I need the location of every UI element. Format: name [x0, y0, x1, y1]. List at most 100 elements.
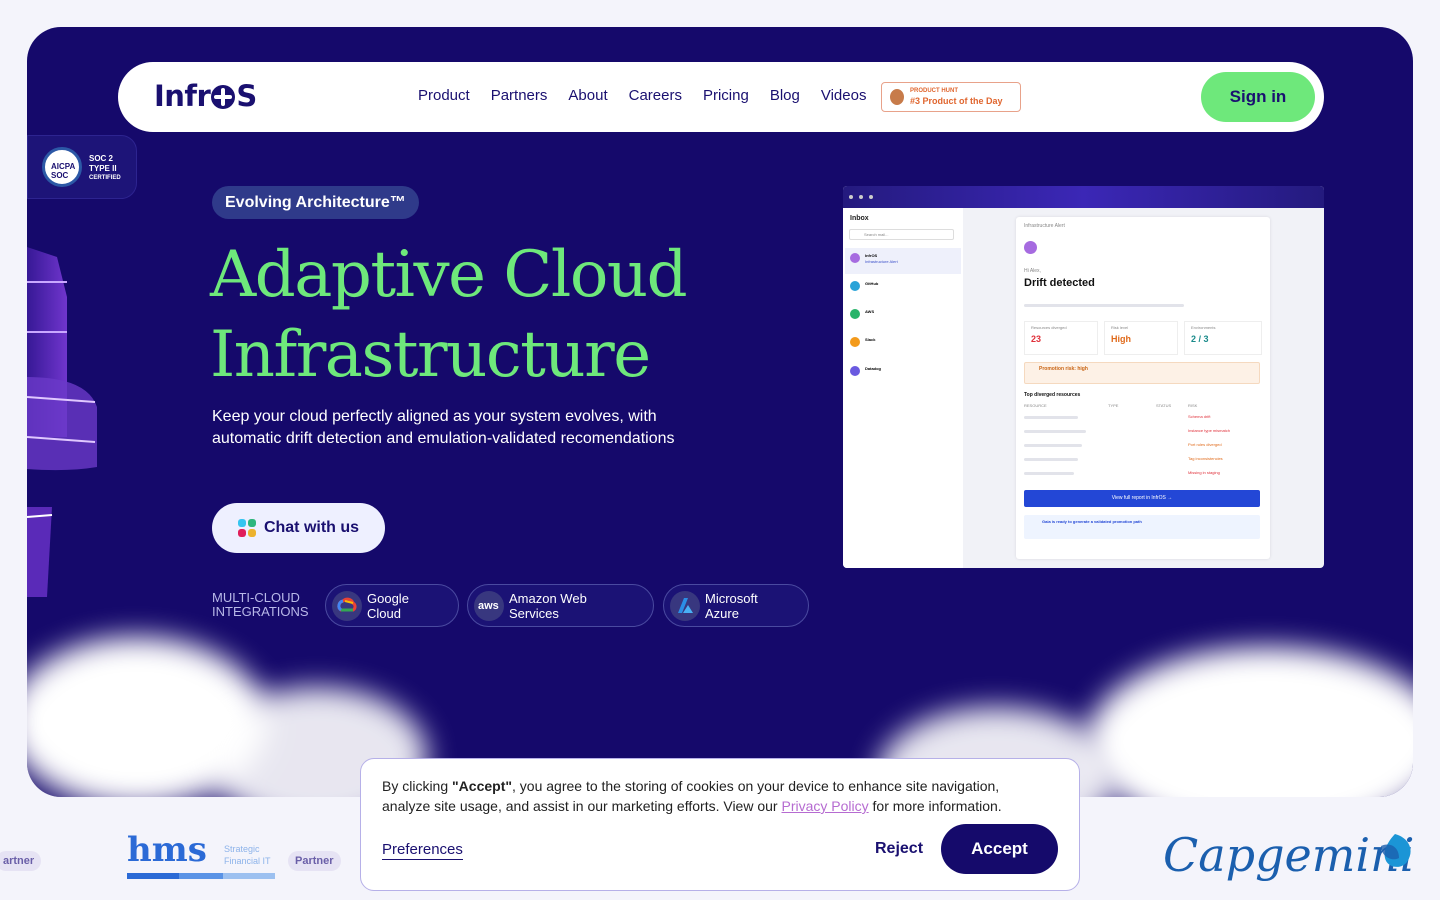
product-hunt-badge[interactable]: PRODUCT HUNT #3 Product of the Day: [881, 82, 1021, 112]
mail-sender: GitHub: [865, 281, 879, 286]
chat-with-us-button[interactable]: Chat with us: [212, 503, 385, 553]
table-cell: Port rules diverged: [1188, 442, 1222, 447]
cookie-text-part: for more information.: [868, 798, 1002, 814]
mail-sender: Datadog: [865, 366, 881, 371]
email-greeting: Hi Alex,: [1024, 268, 1041, 274]
soc-line-3: CERTIFIED: [89, 175, 121, 181]
integration-label-line-2: Cloud: [367, 606, 401, 621]
nav-link-pricing[interactable]: Pricing: [703, 87, 749, 104]
product-preview-window: Inbox Search mail... InfrOS Infrastructu…: [843, 186, 1324, 568]
mail-item-selected[interactable]: [845, 248, 961, 274]
hero-title-line-2: Infrastructure: [210, 318, 651, 392]
gaia-note: Gaia is ready to generate a validated pr…: [1024, 515, 1260, 539]
table-header: TYPE: [1108, 403, 1119, 408]
window-titlebar: [843, 186, 1324, 208]
stat-value: 23: [1031, 334, 1042, 344]
cookie-message: By clicking "Accept", you agree to the s…: [382, 776, 1032, 816]
integration-label: Google Cloud: [367, 591, 409, 621]
sender-avatar: [1024, 241, 1037, 254]
table-cell: Instance type mismatch: [1188, 428, 1231, 433]
accept-button[interactable]: Accept: [941, 824, 1058, 874]
aicpa-seal-icon: AICPA SOC: [42, 147, 82, 187]
integration-label-line-2: Services: [509, 606, 559, 621]
nav-link-product[interactable]: Product: [418, 87, 470, 104]
table-cell: Missing in staging: [1188, 470, 1220, 475]
seal-text: AICPA SOC: [51, 162, 75, 180]
top-navbar: Infr S Product Partners About Careers Pri…: [118, 62, 1324, 132]
logo-text-suffix: S: [236, 79, 257, 113]
hero-subtitle: Keep your cloud perfectly aligned as you…: [212, 408, 675, 447]
avatar: [850, 309, 860, 319]
table-header: RESOURCE: [1024, 403, 1047, 408]
capgemini-logo: Capgemini: [1163, 828, 1414, 882]
mail-sender: AWS: [865, 309, 875, 314]
integration-azure[interactable]: Microsoft Azure: [663, 584, 809, 627]
nav-link-videos[interactable]: Videos: [821, 87, 867, 104]
tower-illustration: [27, 247, 97, 597]
integration-label-line-1: Google: [367, 591, 409, 606]
warning-text: Promotion risk: high: [1039, 366, 1088, 372]
nav-link-blog[interactable]: Blog: [770, 87, 800, 104]
hms-tagline-2: Financial IT: [224, 856, 271, 866]
nav-links: Product Partners About Careers Pricing B…: [418, 87, 866, 104]
chat-button-label: Chat with us: [263, 519, 360, 536]
nav-link-about[interactable]: About: [568, 87, 607, 104]
infros-logo[interactable]: Infr S: [154, 79, 257, 113]
stat-value: 2 / 3: [1191, 334, 1209, 344]
avatar: [850, 337, 860, 347]
stat-card: Resources diverged 23: [1024, 321, 1098, 355]
inbox-sidebar: Inbox Search mail... InfrOS Infrastructu…: [843, 208, 963, 568]
inbox-title: Inbox: [850, 215, 869, 222]
table-header: RISK: [1188, 403, 1198, 408]
stat-value: High: [1111, 334, 1131, 344]
warning-box: Promotion risk: high: [1024, 362, 1260, 384]
capgemini-spade-icon: [1381, 834, 1411, 867]
hero-section: Infr S Product Partners About Careers Pri…: [27, 27, 1413, 797]
view-report-label: View full report in InfrOS →: [1111, 495, 1173, 501]
privacy-policy-link[interactable]: Privacy Policy: [781, 798, 868, 814]
integration-label-line-1: Amazon Web: [509, 591, 587, 606]
product-hunt-rank: #3 Product of the Day: [910, 96, 1003, 106]
table-cell: Tag inconsistencies: [1188, 456, 1223, 461]
inbox-search-placeholder: Search mail...: [864, 232, 889, 237]
integrations-label: MULTI-CLOUD INTEGRATIONS: [212, 591, 309, 619]
gaia-note-text: Gaia is ready to generate a validated pr…: [1042, 519, 1142, 524]
product-hunt-label: PRODUCT HUNT: [910, 88, 958, 94]
mail-sender: Slack: [865, 337, 876, 342]
table-header: STATUS: [1156, 403, 1172, 408]
inbox-search[interactable]: Search mail...: [849, 229, 954, 240]
table-title: Top diverged resources: [1024, 392, 1081, 398]
cookie-banner: By clicking "Accept", you agree to the s…: [360, 758, 1080, 891]
hms-tagline-1: Strategic: [224, 844, 260, 854]
integrations-label-line-1: MULTI-CLOUD: [212, 590, 300, 605]
soc-line-2: TYPE II: [89, 164, 117, 173]
logo-o-icon: [211, 85, 236, 109]
avatar: [850, 366, 860, 376]
integration-label: Microsoft Azure: [705, 591, 758, 621]
hero-title-line-1: Adaptive Cloud: [210, 238, 688, 312]
avatar: [850, 281, 860, 291]
view-report-button[interactable]: View full report in InfrOS →: [1024, 490, 1260, 507]
preferences-link[interactable]: Preferences: [382, 841, 463, 860]
nav-link-partners[interactable]: Partners: [491, 87, 548, 104]
integration-label: Amazon Web Services: [509, 591, 587, 621]
sign-in-button[interactable]: Sign in: [1201, 72, 1315, 122]
reject-button[interactable]: Reject: [875, 840, 923, 858]
email-headline: Drift detected: [1024, 277, 1095, 289]
google-cloud-icon: [332, 591, 362, 621]
email-view: Infrastructure Alert Hi Alex, Drift dete…: [1016, 217, 1270, 559]
integration-label-line-2: Azure: [705, 606, 739, 621]
evolving-architecture-pill: Evolving Architecture™: [212, 186, 419, 219]
integration-aws[interactable]: aws Amazon Web Services: [467, 584, 654, 627]
cookie-accept-word: "Accept": [452, 778, 512, 794]
aws-icon: aws: [474, 591, 504, 621]
stat-card: Risk level High: [1104, 321, 1178, 355]
nav-link-careers[interactable]: Careers: [629, 87, 682, 104]
integration-google-cloud[interactable]: Google Cloud: [325, 584, 459, 627]
hero-title: Adaptive Cloud Infrastructure: [210, 235, 830, 395]
stat-label: Environments: [1191, 325, 1216, 330]
avatar: [850, 253, 860, 263]
table-cell: Schema drift: [1188, 414, 1211, 419]
integration-label-line-1: Microsoft: [705, 591, 758, 606]
soc2-badge: AICPA SOC SOC 2 TYPE II CERTIFIED: [27, 135, 137, 199]
